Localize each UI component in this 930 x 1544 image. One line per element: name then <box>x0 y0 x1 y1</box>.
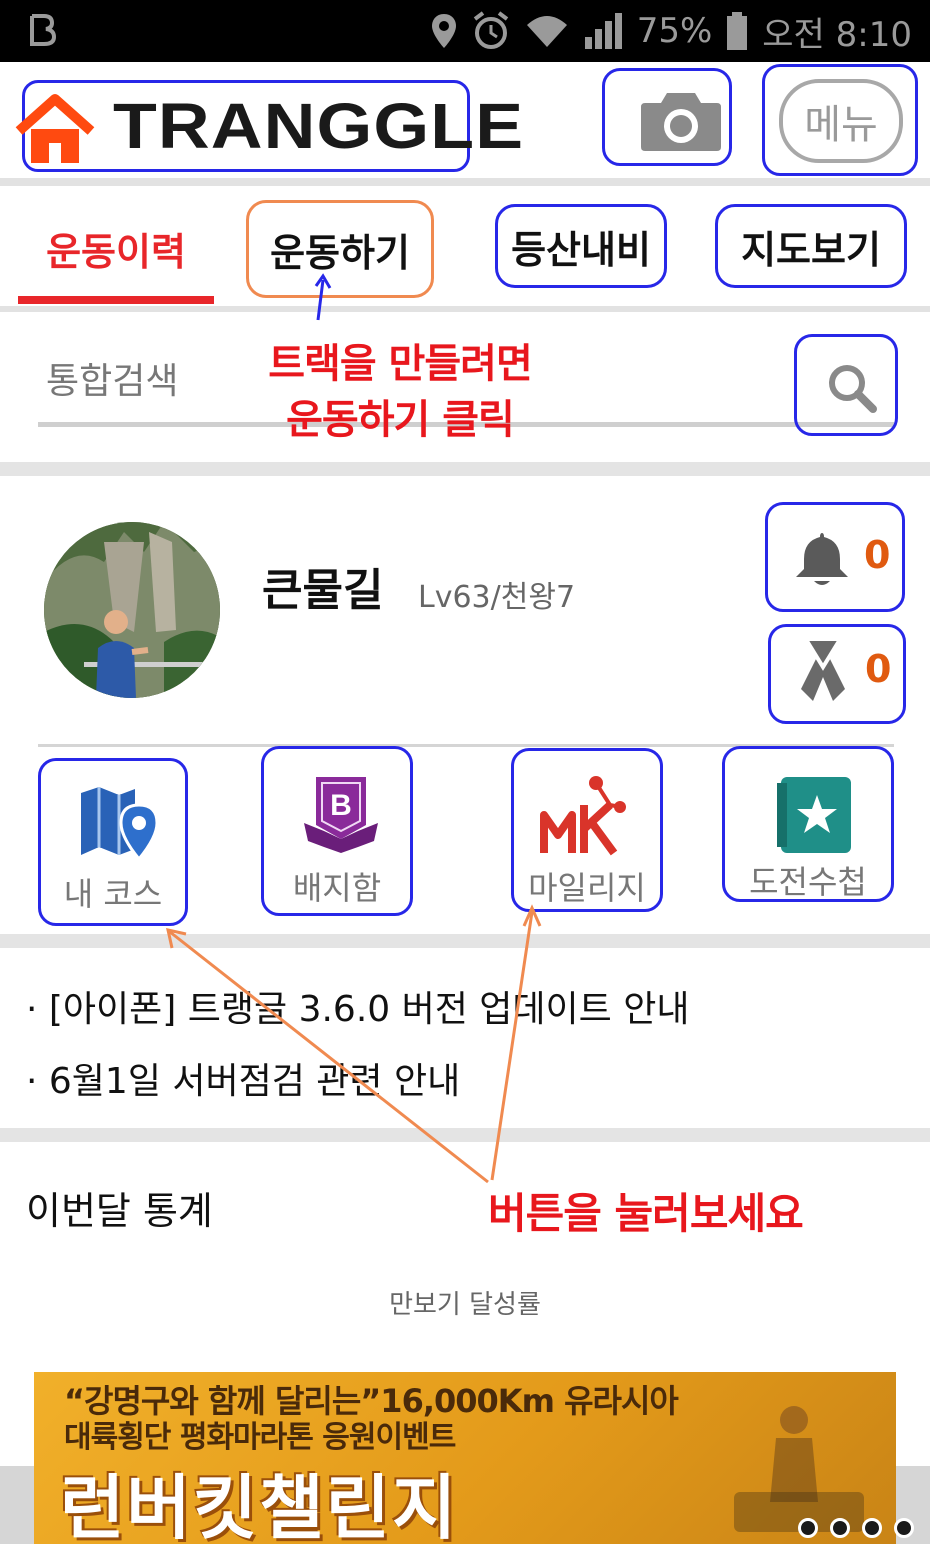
wifi-icon <box>526 16 567 47</box>
tab-hiking-navi[interactable]: 등산내비 <box>495 204 667 288</box>
battery-percent: 75% <box>636 11 713 51</box>
annotation-press-buttons: 버튼을 눌러보세요 <box>488 1189 804 1238</box>
promo-banner[interactable]: “강명구와 함께 달리는”16,000Km 유라시아 대륙횡단 평화마라톤 응원… <box>34 1372 896 1544</box>
tab-bar: 운동이력 운동하기 등산내비 지도보기 <box>0 186 930 306</box>
clock: 오전 8:10 <box>762 14 912 55</box>
camera-button[interactable] <box>602 68 732 166</box>
challenge-book-button[interactable]: 도전수첩 <box>722 746 894 902</box>
avatar-photo <box>44 522 220 698</box>
banner-headline: 런버킷챌린지 <box>60 1467 459 1544</box>
ribbon-icon <box>801 639 845 701</box>
camera-icon <box>641 93 721 151</box>
quick-menu: 내 코스 B 배지함 마일리지 도전수첩 <box>0 746 930 936</box>
annotation-line: 트랙을 만들려면 <box>268 341 533 387</box>
bell-icon <box>796 533 848 585</box>
banner-pager <box>798 1518 914 1538</box>
battery-icon <box>727 12 748 50</box>
pager-dot[interactable] <box>798 1518 818 1538</box>
tab-start-exercise[interactable]: 운동하기 <box>246 200 434 298</box>
tab-view-map[interactable]: 지도보기 <box>715 204 907 288</box>
monthly-stats: 이번달 통계 버튼을 눌러보세요 만보기 달성률 <box>0 1142 930 1370</box>
section-divider <box>0 934 930 948</box>
stats-title: 이번달 통계 <box>26 1189 213 1233</box>
mileage-button[interactable]: 마일리지 <box>511 748 663 912</box>
annotation-make-track: 트랙을 만들려면 운동하기 클릭 <box>230 336 570 448</box>
home-icon <box>15 94 95 163</box>
pager-dot[interactable] <box>830 1518 850 1538</box>
app-logo-text: TRANGGLE <box>113 90 525 162</box>
app-b-icon <box>30 14 57 46</box>
badge-icon: B <box>304 777 378 853</box>
tab-exercise-history[interactable]: 운동이력 <box>18 216 214 280</box>
notifications-button[interactable]: 0 <box>765 502 905 612</box>
user-level: Lv63/천왕7 <box>418 580 576 615</box>
alarm-icon <box>473 11 508 49</box>
notice-item[interactable]: · [아이폰] 트랭글 3.6.0 버전 업데이트 안내 <box>26 980 689 1032</box>
mileage-icon <box>540 776 626 856</box>
banner-line: 대륙횡단 평화마라톤 응원이벤트 <box>64 1420 456 1455</box>
banner-side <box>0 1466 34 1544</box>
menu-label: 메뉴 <box>779 79 903 163</box>
home-logo-button[interactable]: TRANGGLE <box>15 80 523 172</box>
annotation-line: 운동하기 클릭 <box>286 397 515 443</box>
signal-icon <box>584 13 622 49</box>
challenge-book-icon <box>777 777 851 853</box>
pager-dot[interactable] <box>862 1518 882 1538</box>
search-button[interactable] <box>794 334 898 436</box>
course-map-icon <box>81 787 159 862</box>
status-icons: 75% 오전 8:10 <box>431 8 912 55</box>
quick-menu-label: 배지함 <box>292 869 382 907</box>
nickname: 큰물길 <box>262 565 384 616</box>
pager-dot[interactable] <box>894 1518 914 1538</box>
my-course-button[interactable]: 내 코스 <box>38 758 188 926</box>
ribbon-count: 0 <box>865 647 892 691</box>
search-area: 통합검색 트랙을 만들려면 운동하기 클릭 <box>0 312 930 462</box>
section-divider <box>0 462 930 476</box>
status-bar: 75% 오전 8:10 <box>0 0 930 62</box>
menu-button[interactable]: 메뉴 <box>762 64 918 176</box>
quick-menu-label: 마일리지 <box>528 869 646 907</box>
search-icon <box>829 365 877 413</box>
active-tab-indicator <box>18 296 214 304</box>
svg-text:B: B <box>330 789 352 822</box>
notification-count: 0 <box>864 533 891 577</box>
location-icon <box>431 14 456 48</box>
section-divider <box>0 1128 930 1142</box>
quick-menu-label: 내 코스 <box>63 875 163 913</box>
badge-box-button[interactable]: B 배지함 <box>261 746 413 916</box>
notice-list: · [아이폰] 트랭글 3.6.0 버전 업데이트 안내 · 6월1일 서버점검… <box>0 948 930 1128</box>
app-bar: TRANGGLE 메뉴 <box>0 62 930 182</box>
stats-subtitle: 만보기 달성률 <box>389 1290 541 1320</box>
notice-item[interactable]: · 6월1일 서버점검 관련 안내 <box>26 1052 460 1104</box>
profile-section: 큰물길 Lv63/천왕7 0 0 <box>0 476 930 746</box>
divider <box>0 178 930 186</box>
avatar[interactable] <box>44 522 220 698</box>
quick-menu-label: 도전수첩 <box>749 863 867 901</box>
ribbon-button[interactable]: 0 <box>768 624 906 724</box>
